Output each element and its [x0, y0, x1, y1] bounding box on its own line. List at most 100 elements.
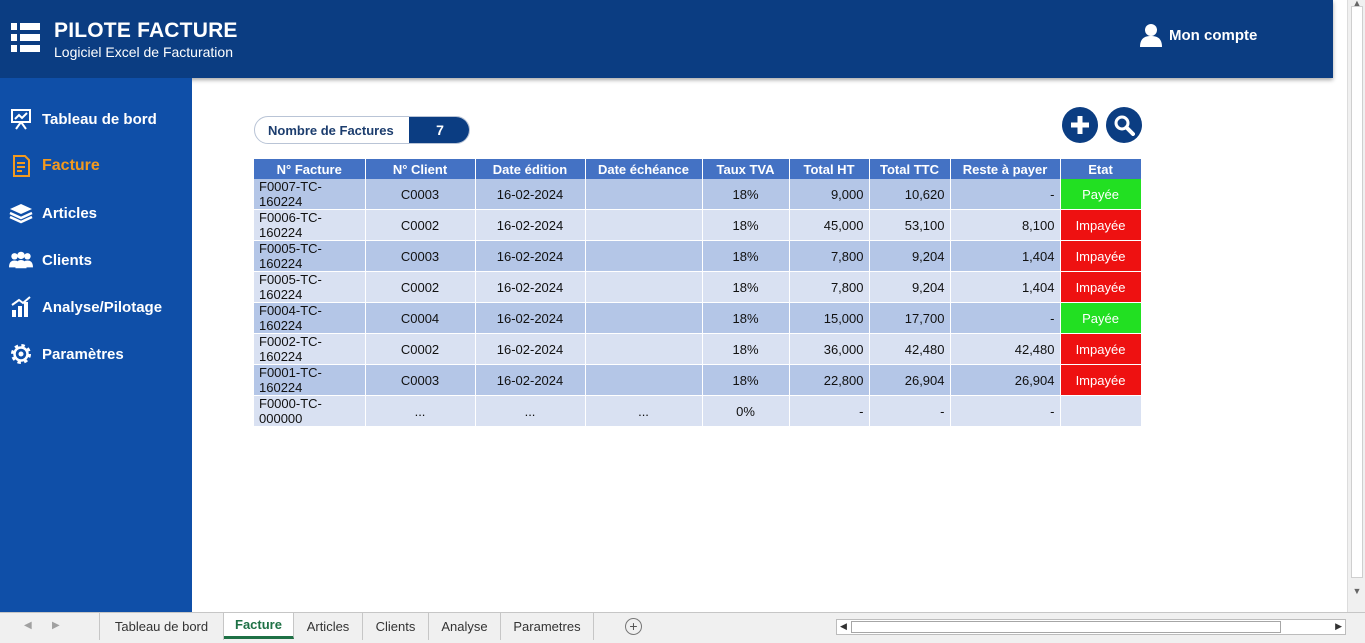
remaining-cell[interactable]: 1,404	[950, 240, 1061, 272]
due-date-cell[interactable]: ...	[585, 395, 703, 427]
column-header[interactable]: N° Client	[365, 159, 476, 179]
column-header[interactable]: Taux TVA	[702, 159, 790, 179]
invoice-number-cell[interactable]: F0005-TC-160224	[254, 240, 366, 272]
invoice-number-cell[interactable]: F0002-TC-160224	[254, 333, 366, 365]
invoice-number-cell[interactable]: F0004-TC-160224	[254, 302, 366, 334]
remaining-cell[interactable]: -	[950, 179, 1061, 210]
due-date-cell[interactable]	[585, 364, 703, 396]
invoice-number-cell[interactable]: F0006-TC-160224	[254, 209, 366, 241]
vertical-scrollbar[interactable]: ▲ ▼	[1347, 0, 1365, 612]
issue-date-cell[interactable]: 16-02-2024	[475, 240, 586, 272]
total-ttc-cell[interactable]: 53,100	[869, 209, 951, 241]
total-ht-cell[interactable]: -	[789, 395, 870, 427]
table-row[interactable]: F0006-TC-160224 C0002 16-02-2024 18% 45,000 5…	[254, 209, 1142, 241]
column-header[interactable]: Reste à payer	[950, 159, 1061, 179]
sidebar-item-tableau-de-bord[interactable]: Tableau de bord	[0, 101, 192, 137]
sheet-tab-analyse[interactable]: Analyse	[429, 613, 501, 640]
client-number-cell[interactable]: C0003	[365, 179, 476, 210]
add-invoice-button[interactable]	[1062, 107, 1098, 143]
due-date-cell[interactable]	[585, 333, 703, 365]
vat-rate-cell[interactable]: 18%	[702, 179, 790, 210]
due-date-cell[interactable]	[585, 271, 703, 303]
total-ht-cell[interactable]: 15,000	[789, 302, 870, 334]
invoice-number-cell[interactable]: F0001-TC-160224	[254, 364, 366, 396]
sidebar-item-clients[interactable]: Clients	[0, 242, 192, 278]
table-row[interactable]: F0004-TC-160224 C0004 16-02-2024 18% 15,000 1…	[254, 302, 1142, 334]
total-ht-cell[interactable]: 7,800	[789, 240, 870, 272]
table-row[interactable]: F0002-TC-160224 C0002 16-02-2024 18% 36,000 4…	[254, 333, 1142, 365]
table-row[interactable]: F0000-TC-000000......... 0% - - -	[254, 395, 1142, 427]
column-header[interactable]: Etat	[1060, 159, 1142, 179]
horizontal-scrollbar[interactable]: ◀ ▶	[836, 619, 1346, 635]
table-row[interactable]: F0001-TC-160224 C0003 16-02-2024 18% 22,800 2…	[254, 364, 1142, 396]
total-ttc-cell[interactable]: -	[869, 395, 951, 427]
total-ht-cell[interactable]: 36,000	[789, 333, 870, 365]
tab-scroll-right-icon[interactable]: ▶	[52, 620, 60, 631]
tab-scroll-left-icon[interactable]: ◀	[24, 620, 32, 631]
total-ttc-cell[interactable]: 17,700	[869, 302, 951, 334]
sidebar-item-analyse-pilotage[interactable]: Analyse/Pilotage	[0, 289, 192, 325]
invoice-number-cell[interactable]: F0007-TC-160224	[254, 179, 366, 210]
sheet-tab-parametres[interactable]: Parametres	[501, 613, 594, 640]
vat-rate-cell[interactable]: 18%	[702, 302, 790, 334]
client-number-cell[interactable]: C0002	[365, 333, 476, 365]
total-ht-cell[interactable]: 22,800	[789, 364, 870, 396]
remaining-cell[interactable]: -	[950, 302, 1061, 334]
invoice-number-cell[interactable]: F0000-TC-000000	[254, 395, 366, 427]
remaining-cell[interactable]: 26,904	[950, 364, 1061, 396]
vat-rate-cell[interactable]: 18%	[702, 271, 790, 303]
total-ttc-cell[interactable]: 9,204	[869, 240, 951, 272]
sidebar-item-facture[interactable]: Facture	[0, 148, 192, 184]
issue-date-cell[interactable]: 16-02-2024	[475, 333, 586, 365]
status-cell[interactable]: Impayée	[1060, 209, 1142, 241]
issue-date-cell[interactable]: 16-02-2024	[475, 271, 586, 303]
sidebar-item-parametres[interactable]: Paramètres	[0, 336, 192, 372]
add-sheet-icon[interactable]: +	[625, 618, 642, 635]
vat-rate-cell[interactable]: 18%	[702, 209, 790, 241]
table-row[interactable]: F0005-TC-160224 C0002 16-02-2024 18% 7,800 9,…	[254, 271, 1142, 303]
sheet-tab-articles[interactable]: Articles	[294, 613, 363, 640]
table-row[interactable]: F0005-TC-160224 C0003 16-02-2024 18% 7,800 9,…	[254, 240, 1142, 272]
status-cell[interactable]	[1060, 395, 1142, 427]
column-header[interactable]: Date édition	[475, 159, 586, 179]
sheet-tab-facture[interactable]: Facture	[224, 613, 294, 639]
issue-date-cell[interactable]: 16-02-2024	[475, 179, 586, 210]
status-cell[interactable]: Payée	[1060, 179, 1142, 210]
issue-date-cell[interactable]: ...	[475, 395, 586, 427]
status-cell[interactable]: Impayée	[1060, 240, 1142, 272]
due-date-cell[interactable]	[585, 179, 703, 210]
search-invoice-button[interactable]	[1106, 107, 1142, 143]
vat-rate-cell[interactable]: 0%	[702, 395, 790, 427]
scroll-right-icon[interactable]: ▶	[1335, 621, 1342, 632]
issue-date-cell[interactable]: 16-02-2024	[475, 302, 586, 334]
vat-rate-cell[interactable]: 18%	[702, 333, 790, 365]
column-header[interactable]: Date échéance	[585, 159, 703, 179]
remaining-cell[interactable]: -	[950, 395, 1061, 427]
total-ttc-cell[interactable]: 26,904	[869, 364, 951, 396]
status-cell[interactable]: Impayée	[1060, 333, 1142, 365]
client-number-cell[interactable]: C0003	[365, 364, 476, 396]
client-number-cell[interactable]: ...	[365, 395, 476, 427]
total-ht-cell[interactable]: 7,800	[789, 271, 870, 303]
status-cell[interactable]: Payée	[1060, 302, 1142, 334]
issue-date-cell[interactable]: 16-02-2024	[475, 364, 586, 396]
client-number-cell[interactable]: C0002	[365, 209, 476, 241]
account-button[interactable]: Mon compte	[1139, 23, 1257, 47]
vat-rate-cell[interactable]: 18%	[702, 364, 790, 396]
sidebar-item-articles[interactable]: Articles	[0, 195, 192, 231]
remaining-cell[interactable]: 8,100	[950, 209, 1061, 241]
scroll-left-icon[interactable]: ◀	[840, 621, 847, 632]
total-ttc-cell[interactable]: 10,620	[869, 179, 951, 210]
scroll-down-icon[interactable]: ▼	[1352, 586, 1362, 596]
total-ttc-cell[interactable]: 9,204	[869, 271, 951, 303]
column-header[interactable]: Total TTC	[869, 159, 951, 179]
remaining-cell[interactable]: 1,404	[950, 271, 1061, 303]
due-date-cell[interactable]	[585, 209, 703, 241]
total-ht-cell[interactable]: 45,000	[789, 209, 870, 241]
invoice-number-cell[interactable]: F0005-TC-160224	[254, 271, 366, 303]
sheet-tab-tableau-de-bord[interactable]: Tableau de bord	[99, 613, 224, 640]
client-number-cell[interactable]: C0002	[365, 271, 476, 303]
client-number-cell[interactable]: C0003	[365, 240, 476, 272]
sheet-tab-clients[interactable]: Clients	[363, 613, 429, 640]
remaining-cell[interactable]: 42,480	[950, 333, 1061, 365]
